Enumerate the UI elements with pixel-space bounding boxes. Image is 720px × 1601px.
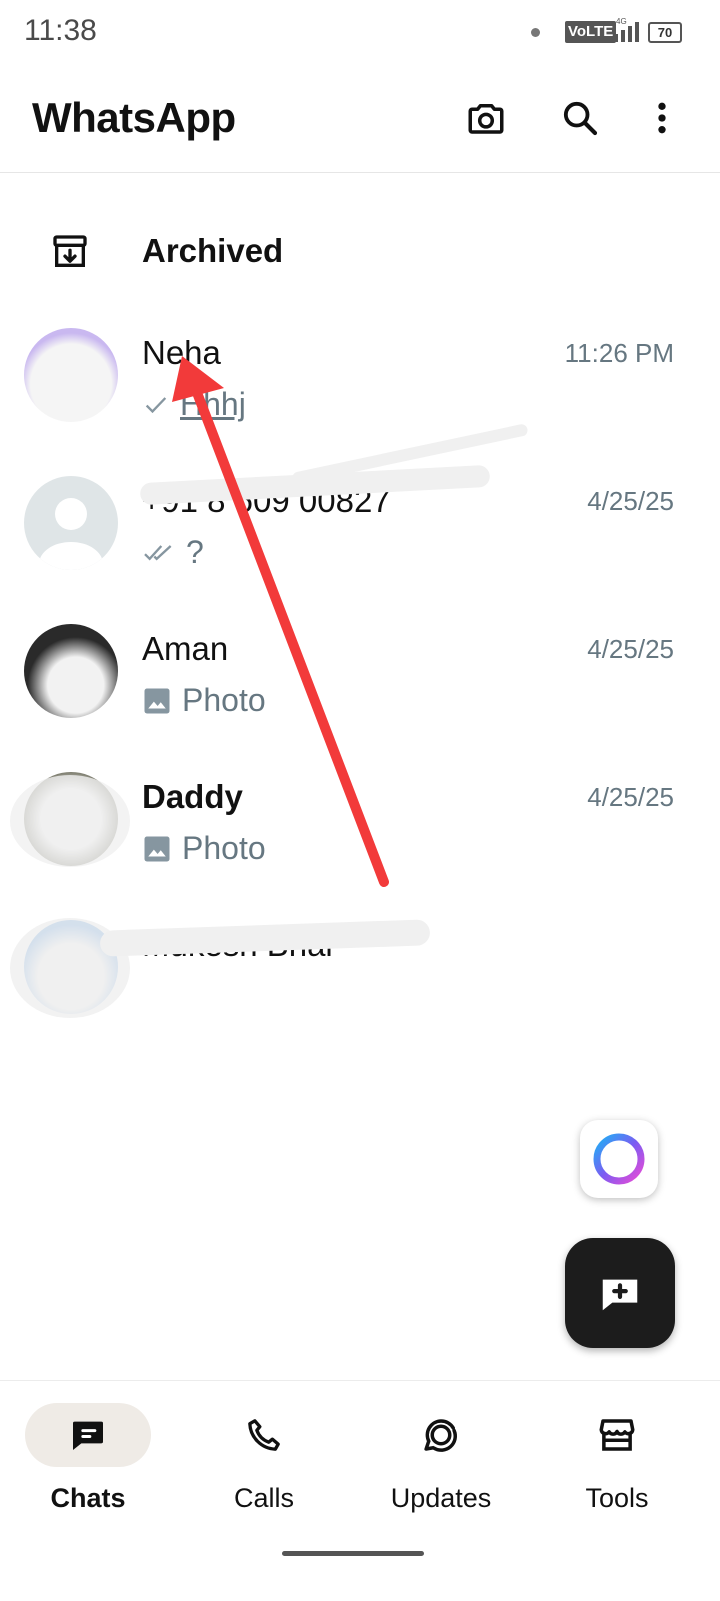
- more-options-button[interactable]: [638, 94, 686, 142]
- nav-updates[interactable]: Updates: [356, 1403, 526, 1543]
- home-indicator[interactable]: [282, 1551, 424, 1556]
- status-time: 11:38: [24, 14, 97, 47]
- nav-updates-pill: [378, 1403, 504, 1467]
- meta-ai-button[interactable]: [580, 1120, 658, 1198]
- chat-row-aman[interactable]: Aman 4/25/25 Photo: [0, 604, 720, 752]
- signal-label: 4G: [616, 17, 627, 26]
- redaction-scribble: [10, 918, 130, 1018]
- signal-icon: 4G: [614, 17, 639, 42]
- battery-indicator: 70: [648, 22, 682, 43]
- new-chat-icon: [602, 1279, 638, 1311]
- chat-row-neha[interactable]: Neha 11:26 PM Hhhj: [0, 308, 720, 456]
- more-vert-icon: [658, 102, 666, 134]
- archived-row[interactable]: Archived: [0, 200, 720, 304]
- chat-time: 4/25/25: [587, 486, 674, 516]
- nav-calls[interactable]: Calls: [179, 1403, 349, 1543]
- chat-preview: Photo: [142, 830, 266, 867]
- nav-chats-pill: [25, 1403, 151, 1467]
- avatar: [24, 328, 118, 422]
- chat-time: 4/25/25: [587, 782, 674, 812]
- app-header: WhatsApp: [0, 64, 720, 173]
- nav-label: Chats: [50, 1483, 126, 1513]
- camera-icon: [468, 104, 504, 134]
- nav-label: Calls: [233, 1483, 294, 1513]
- chat-preview: ?: [142, 534, 204, 571]
- new-chat-button[interactable]: [565, 1238, 675, 1348]
- nav-calls-pill: [201, 1403, 327, 1467]
- avatar: [24, 476, 118, 570]
- phone-icon: [248, 1419, 280, 1451]
- chat-time: 11:26 PM: [564, 338, 674, 368]
- archive-icon: [53, 235, 87, 267]
- photo-icon: [144, 836, 170, 861]
- chat-preview-text: Photo: [182, 682, 266, 718]
- chat-preview-text: Photo: [182, 830, 266, 866]
- notification-dot-icon: [531, 28, 540, 37]
- chat-preview: Photo: [142, 682, 266, 719]
- nav-tools[interactable]: Tools: [532, 1403, 702, 1543]
- chat-preview-text: Hhhj: [180, 386, 246, 422]
- nav-label: Tools: [585, 1483, 649, 1513]
- double-tick-icon: [144, 544, 172, 561]
- nav-label: Updates: [390, 1483, 492, 1513]
- volte-indicator: VoLTE: [565, 21, 617, 43]
- status-bar: 11:38 VoLTE 4G 70: [0, 0, 720, 64]
- chat-preview: Hhhj: [142, 386, 246, 423]
- chat-name: Aman: [142, 630, 229, 667]
- search-button[interactable]: [556, 94, 604, 142]
- chat-preview-text: ?: [186, 534, 204, 570]
- chats-icon: [73, 1421, 103, 1450]
- chat-time: 4/25/25: [587, 634, 674, 664]
- chat-name: Neha: [142, 334, 221, 371]
- store-icon: [599, 1419, 635, 1451]
- avatar: [24, 624, 118, 718]
- search-icon: [563, 101, 598, 136]
- redaction-scribble: [10, 775, 130, 867]
- app-title: WhatsApp: [32, 94, 236, 141]
- archived-label: Archived: [142, 232, 284, 269]
- bottom-nav: Chats Calls Updates Tools: [0, 1380, 720, 1601]
- updates-icon: [424, 1419, 458, 1452]
- photo-icon: [144, 688, 170, 713]
- chat-name: Daddy: [142, 778, 243, 815]
- default-avatar-icon: [39, 498, 103, 570]
- nav-tools-pill: [554, 1403, 680, 1467]
- nav-chats[interactable]: Chats: [3, 1403, 173, 1543]
- meta-ai-icon: [593, 1133, 645, 1185]
- single-tick-icon: [145, 396, 167, 413]
- camera-button[interactable]: [462, 94, 510, 142]
